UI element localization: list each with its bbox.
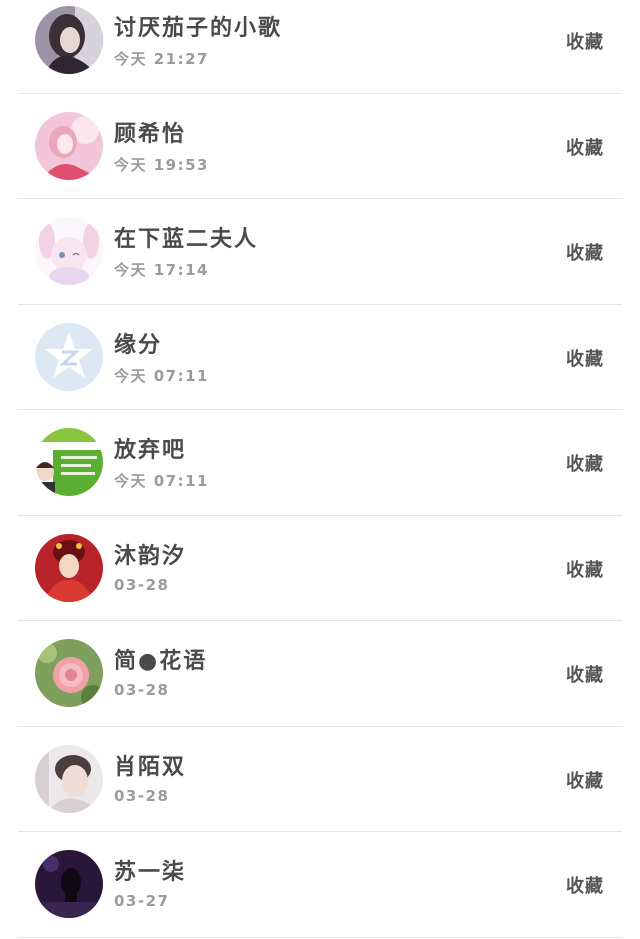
contact-name: 缘分	[114, 332, 163, 358]
contact-name: 放弃吧	[114, 438, 187, 463]
avatar[interactable]	[35, 217, 103, 285]
avatar[interactable]	[35, 111, 103, 180]
avatar[interactable]	[35, 533, 103, 602]
contact-name: 肖陌双	[114, 754, 187, 780]
message-time: 03-27	[114, 892, 170, 910]
contact-name: 苏一柒	[114, 860, 187, 885]
message-time: 今天 17:14	[114, 261, 209, 279]
avatar[interactable]	[35, 322, 103, 391]
favorite-button[interactable]: 收藏	[566, 556, 604, 582]
avatar[interactable]	[35, 428, 103, 496]
avatar[interactable]	[35, 6, 103, 74]
list-item[interactable]: 沐韵汐 03-28 收藏	[18, 516, 622, 621]
list-item[interactable]: 讨厌茄子的小歌 今天 21:27 收藏	[18, 0, 622, 94]
favorite-button[interactable]: 收藏	[566, 134, 604, 160]
list-item[interactable]: 在下蓝二夫人 今天 17:14 收藏	[18, 199, 622, 305]
message-time: 今天 19:53	[114, 155, 209, 174]
contact-name: 简●花语	[114, 649, 208, 674]
avatar[interactable]	[35, 639, 103, 707]
message-time: 03-28	[114, 681, 170, 699]
contact-name: 讨厌茄子的小歌	[114, 16, 283, 41]
favorite-button[interactable]: 收藏	[566, 28, 604, 54]
favorite-button[interactable]: 收藏	[566, 661, 604, 687]
avatar[interactable]	[35, 850, 103, 918]
message-time: 今天 07:11	[114, 366, 209, 385]
message-time: 03-28	[114, 786, 170, 805]
avatar[interactable]	[35, 744, 103, 813]
favorite-button[interactable]: 收藏	[566, 767, 604, 793]
favorite-button[interactable]: 收藏	[566, 450, 604, 476]
contact-name: 在下蓝二夫人	[114, 227, 259, 252]
message-time: 今天 07:11	[114, 472, 209, 490]
list-item[interactable]: 简●花语 03-28 收藏	[18, 621, 622, 727]
contact-name: 沐韵汐	[114, 543, 187, 569]
list-item[interactable]: 缘分 今天 07:11 收藏	[18, 305, 622, 410]
message-time: 03-28	[114, 575, 170, 594]
list-item[interactable]: 顾希怡 今天 19:53 收藏	[18, 94, 622, 199]
favorite-button[interactable]: 收藏	[566, 345, 604, 371]
list-item[interactable]: 苏一柒 03-27 收藏	[18, 832, 622, 938]
favorite-button[interactable]: 收藏	[566, 239, 604, 265]
list-item[interactable]: 肖陌双 03-28 收藏	[18, 727, 622, 832]
list-item[interactable]: 放弃吧 今天 07:11 收藏	[18, 410, 622, 516]
contact-list: 讨厌茄子的小歌 今天 21:27 收藏 顾希怡 今天 19:53 收藏 在下蓝二…	[0, 0, 640, 938]
contact-name: 顾希怡	[114, 121, 187, 147]
message-time: 今天 21:27	[114, 50, 209, 68]
favorite-button[interactable]: 收藏	[566, 872, 604, 898]
